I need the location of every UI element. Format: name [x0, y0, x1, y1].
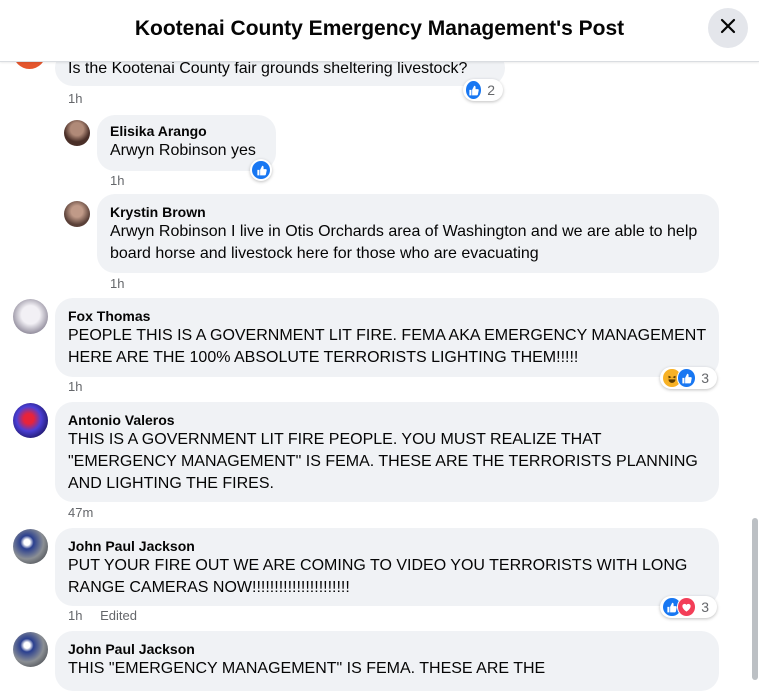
comment-text: THIS IS A GOVERNMENT LIT FIRE PEOPLE. YO… — [68, 431, 698, 492]
comment-bubble: Fox Thomas PEOPLE THIS IS A GOVERNMENT L… — [55, 298, 719, 377]
edited-label[interactable]: Edited — [100, 608, 137, 623]
comment-bubble: John Paul Jackson THIS "EMERGENCY MANAGE… — [55, 631, 719, 691]
avatar[interactable] — [13, 529, 48, 564]
reaction-summary[interactable] — [250, 159, 272, 181]
close-icon — [720, 18, 736, 39]
like-icon — [676, 368, 697, 388]
comment-time[interactable]: 1h — [68, 608, 82, 623]
like-icon — [465, 80, 483, 100]
comment-meta: 47m — [68, 505, 107, 520]
comment-author[interactable]: John Paul Jackson — [68, 640, 706, 658]
comment-bubble: Antonio Valeros THIS IS A GOVERNMENT LIT… — [55, 402, 719, 502]
like-icon — [251, 160, 271, 180]
comment-meta: 1h — [68, 379, 96, 394]
comment-bubble: Elisika Arango Arwyn Robinson yes — [97, 115, 276, 171]
avatar[interactable] — [64, 120, 90, 146]
comment-time[interactable]: 1h — [110, 173, 124, 188]
love-icon — [676, 597, 697, 617]
reaction-count: 3 — [701, 370, 709, 386]
comment-text: PEOPLE THIS IS A GOVERNMENT LIT FIRE. FE… — [68, 327, 706, 366]
comment-author[interactable]: Antonio Valeros — [68, 411, 706, 429]
comment-meta: 1h — [110, 276, 138, 291]
comment-time[interactable]: 1h — [110, 276, 124, 291]
comment-author[interactable]: Fox Thomas — [68, 307, 706, 325]
post-header: Kootenai County Emergency Management's P… — [0, 0, 759, 62]
avatar[interactable] — [13, 299, 48, 334]
comment-meta: 1h Edited — [68, 608, 151, 623]
comment-author[interactable]: John Paul Jackson — [68, 537, 706, 555]
avatar[interactable] — [64, 201, 90, 227]
avatar[interactable] — [13, 403, 48, 438]
comment-time[interactable]: 1h — [68, 379, 82, 394]
reaction-count: 3 — [701, 599, 709, 615]
comment-time[interactable]: 1h — [68, 91, 82, 106]
page-title: Kootenai County Emergency Management's P… — [134, 17, 625, 40]
comments-feed: Is the Kootenai County fair grounds shel… — [0, 0, 759, 691]
reaction-summary[interactable]: 3 — [660, 367, 717, 389]
reaction-summary[interactable]: 2 — [463, 79, 503, 101]
reaction-summary[interactable]: 3 — [660, 596, 717, 618]
comment-text: Arwyn Robinson yes — [110, 142, 256, 159]
comment-text: Is the Kootenai County fair grounds shel… — [68, 60, 468, 77]
comment-text: THIS "EMERGENCY MANAGEMENT" IS FEMA. THE… — [68, 660, 546, 677]
comment-bubble: Krystin Brown Arwyn Robinson I live in O… — [97, 194, 719, 273]
comment-author[interactable]: Elisika Arango — [110, 122, 263, 140]
scrollbar-thumb[interactable] — [752, 518, 758, 680]
comment-text: PUT YOUR FIRE OUT WE ARE COMING TO VIDEO… — [68, 557, 688, 596]
comment-bubble: John Paul Jackson PUT YOUR FIRE OUT WE A… — [55, 528, 719, 606]
comment-time[interactable]: 47m — [68, 505, 93, 520]
comment-meta: 1h — [68, 91, 96, 106]
comment-text: Arwyn Robinson I live in Otis Orchards a… — [110, 223, 698, 262]
comment-meta: 1h — [110, 173, 138, 188]
avatar[interactable] — [13, 632, 48, 667]
reaction-count: 2 — [487, 82, 495, 98]
close-button[interactable] — [708, 8, 748, 48]
comment-author[interactable]: Krystin Brown — [110, 203, 706, 221]
